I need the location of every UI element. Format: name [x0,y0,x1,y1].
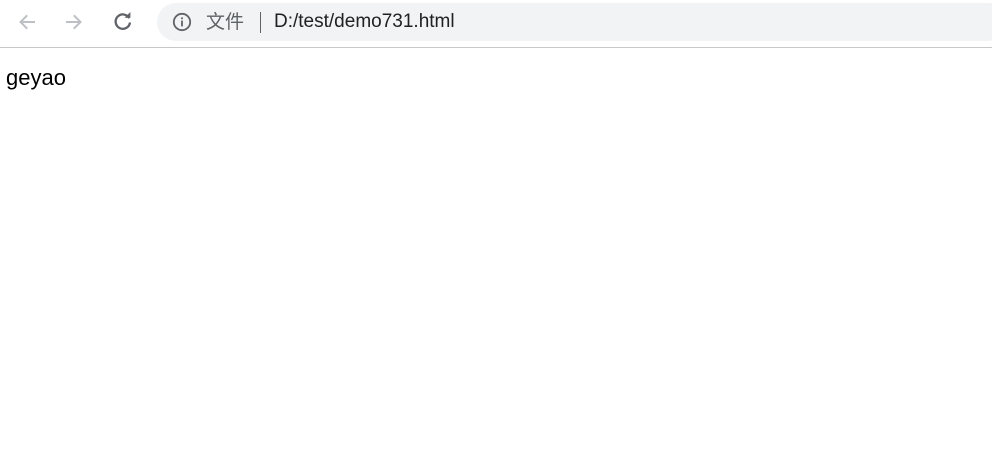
page-content: geyao [0,49,992,469]
reload-icon [114,12,132,30]
reload-button[interactable] [106,5,140,39]
back-button[interactable] [10,5,44,39]
arrow-right-icon [66,14,82,30]
browser-toolbar: 文件 D:/test/demo731.html [0,0,992,48]
forward-button[interactable] [57,5,91,39]
scheme-label: 文件 [206,11,245,33]
arrow-left-icon [19,14,35,30]
address-separator [260,12,261,33]
url-text[interactable]: D:/test/demo731.html [274,10,455,34]
info-icon[interactable] [172,12,192,32]
page-body-text: geyao [6,65,66,90]
address-bar[interactable]: 文件 D:/test/demo731.html [157,3,992,41]
